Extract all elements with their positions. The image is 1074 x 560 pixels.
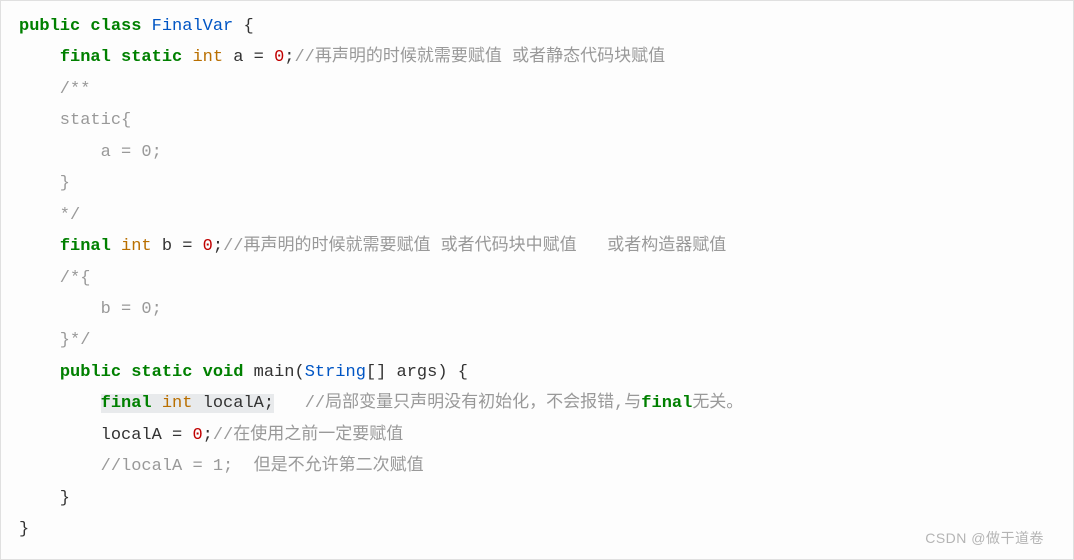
line-1: public class FinalVar {: [19, 17, 254, 36]
line-17: }: [19, 520, 29, 539]
indent: [19, 48, 60, 67]
type-int: int: [192, 48, 223, 67]
gap: [274, 394, 305, 413]
class-string: String: [305, 363, 366, 382]
keyword-final: final: [60, 237, 111, 256]
line-4: static{: [19, 111, 131, 130]
type-int: int: [121, 237, 152, 256]
keyword-static: static: [121, 48, 182, 67]
line-3: /**: [19, 80, 90, 99]
keyword-final: final: [60, 48, 111, 67]
line-15: //localA = 1; 但是不允许第二次赋值: [19, 457, 424, 476]
line-12: public static void main(String[] args) {: [19, 363, 468, 382]
comment: //localA = 1; 但是不允许第二次赋值: [101, 457, 424, 476]
var-b: b =: [152, 237, 203, 256]
line-16: }: [19, 489, 70, 508]
line-11: }*/: [19, 331, 90, 350]
comment: //再声明的时候就需要赋值 或者静态代码块赋值: [294, 48, 665, 67]
var-localA: localA;: [192, 394, 274, 413]
brace: {: [233, 17, 253, 36]
keyword-public: public: [60, 363, 121, 382]
assign-localA: localA =: [19, 426, 192, 445]
number-literal: 0: [192, 426, 202, 445]
semicolon: ;: [213, 237, 223, 256]
line-8: final int b = 0;//再声明的时候就需要赋值 或者代码块中赋值 或…: [19, 237, 726, 256]
semicolon: ;: [284, 48, 294, 67]
var-a: a =: [223, 48, 274, 67]
number-literal: 0: [274, 48, 284, 67]
keyword-class: class: [90, 17, 141, 36]
semicolon: ;: [203, 426, 213, 445]
line-6: }: [19, 174, 70, 193]
keyword-public: public: [19, 17, 80, 36]
keyword-void: void: [203, 363, 244, 382]
indent: [19, 363, 60, 382]
number-literal: 0: [203, 237, 213, 256]
method-main: main(: [243, 363, 304, 382]
comment: //局部变量只声明没有初始化，不会报错,与final无关。: [305, 394, 744, 413]
comment: //再声明的时候就需要赋值 或者代码块中赋值 或者构造器赋值: [223, 237, 726, 256]
line-9: /*{: [19, 269, 90, 288]
comment: //在使用之前一定要赋值: [213, 426, 403, 445]
indent: [19, 394, 101, 413]
line-13: final int localA; //局部变量只声明没有初始化，不会报错,与f…: [19, 394, 743, 413]
class-name: FinalVar: [152, 17, 234, 36]
indent: [19, 237, 60, 256]
keyword-final: final: [101, 394, 152, 413]
line-5: a = 0;: [19, 143, 162, 162]
keyword-static: static: [131, 363, 192, 382]
indent: [19, 457, 101, 476]
line-14: localA = 0;//在使用之前一定要赋值: [19, 426, 403, 445]
comment-keyword: final: [641, 394, 692, 413]
type-int: int: [162, 394, 193, 413]
line-2: final static int a = 0;//再声明的时候就需要赋值 或者静…: [19, 48, 665, 67]
code-block: public class FinalVar { final static int…: [0, 0, 1074, 560]
line-10: b = 0;: [19, 300, 162, 319]
watermark: CSDN @做干道卷: [925, 526, 1044, 552]
comment-text: 无关。: [692, 394, 743, 413]
line-7: */: [19, 206, 80, 225]
comment-text: //局部变量只声明没有初始化，不会报错,与: [305, 394, 642, 413]
params: [] args) {: [366, 363, 468, 382]
